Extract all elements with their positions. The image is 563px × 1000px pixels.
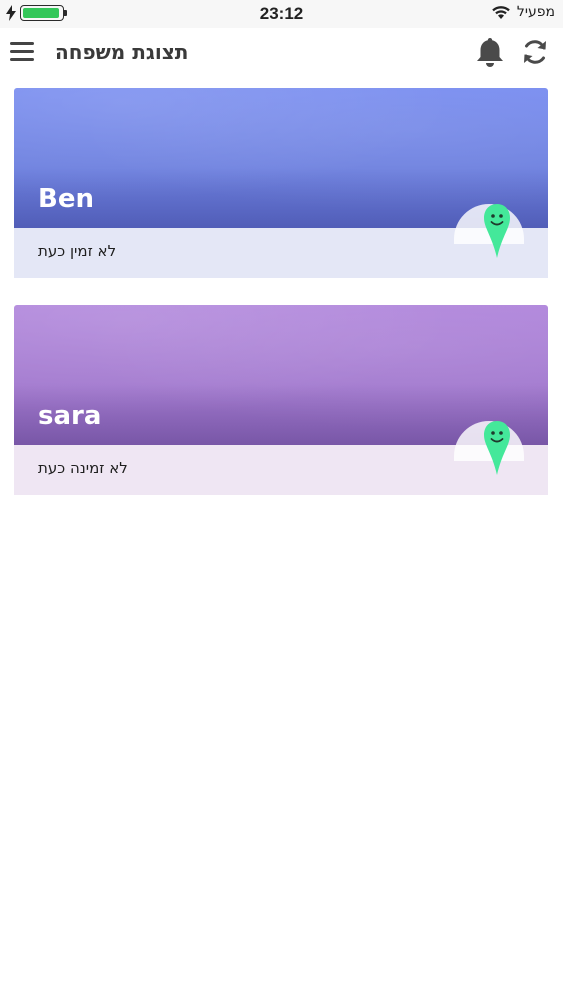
app-header: תצוגת משפחה: [0, 28, 563, 80]
status-bar: 23:12 מפעיל: [0, 0, 563, 28]
status-time: 23:12: [259, 4, 304, 23]
member-status: לא זמינה כעת: [38, 459, 128, 477]
status-right-group: מפעיל: [491, 4, 555, 20]
member-status: לא זמין כעת: [38, 242, 117, 260]
carrier-label: מפעיל: [516, 4, 555, 20]
bell-icon[interactable]: [475, 36, 505, 68]
member-card-ben[interactable]: Ben לא זמין כעת: [14, 88, 548, 278]
card-banner: sara: [14, 305, 548, 445]
member-card-sara[interactable]: sara לא זמינה כעת: [14, 305, 548, 495]
menu-icon[interactable]: [10, 42, 34, 62]
member-name: sara: [38, 401, 102, 431]
page-title: תצוגת משפחה: [55, 40, 189, 64]
smiley-pin-icon[interactable]: [482, 419, 512, 479]
refresh-icon[interactable]: [520, 37, 550, 67]
smiley-pin-icon[interactable]: [482, 202, 512, 262]
card-banner: Ben: [14, 88, 548, 228]
wifi-icon: [491, 5, 511, 20]
member-name: Ben: [38, 184, 94, 214]
